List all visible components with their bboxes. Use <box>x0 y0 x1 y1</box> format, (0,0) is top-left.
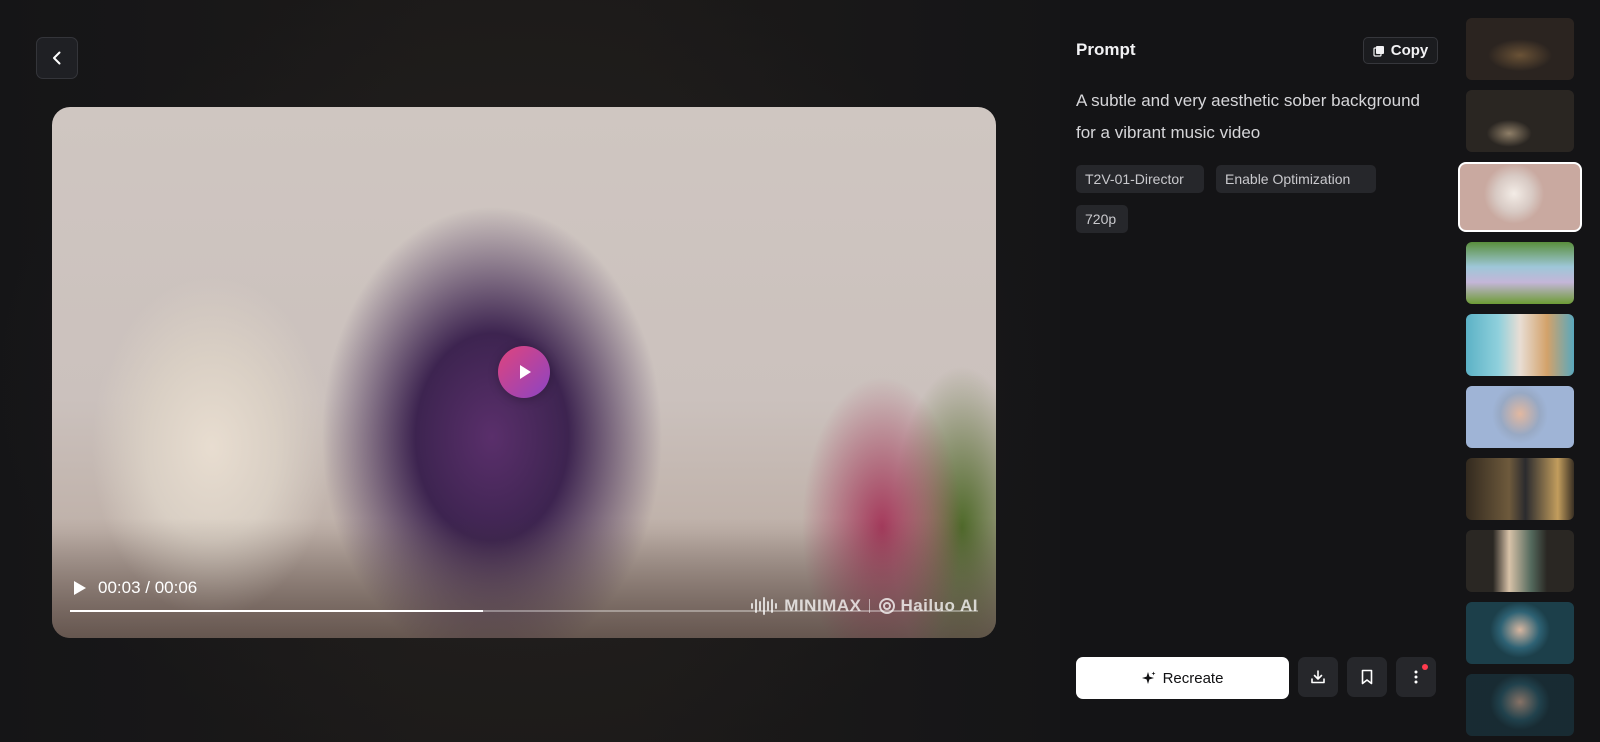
center-play-button[interactable] <box>498 346 550 398</box>
minimax-logo: MINIMAX <box>750 596 861 616</box>
watermark-minimax: MINIMAX <box>784 596 862 615</box>
download-icon <box>1311 670 1325 684</box>
copy-label: Copy <box>1390 42 1429 59</box>
watermark-divider <box>869 599 871 613</box>
action-bar: Recreate <box>1076 657 1436 699</box>
tag-resolution: 720p <box>1076 205 1128 233</box>
video-thumbnail[interactable] <box>1466 314 1574 376</box>
notification-dot <box>1422 664 1428 670</box>
thumbnail-strip <box>1458 18 1582 736</box>
bookmark-icon <box>1361 669 1373 685</box>
video-thumbnail-selected[interactable] <box>1458 162 1582 232</box>
copy-icon <box>1373 45 1384 57</box>
watermark-hailuo: Hailuo AI <box>900 596 978 615</box>
hailuo-swirl-icon <box>879 598 896 614</box>
more-vertical-icon <box>1414 670 1418 684</box>
tag-optimization: Enable Optimization <box>1216 165 1376 193</box>
download-button[interactable] <box>1298 657 1338 697</box>
more-options-button[interactable] <box>1396 657 1436 697</box>
watermark: MINIMAX Hailuo AI <box>750 596 978 616</box>
hailuo-logo: Hailuo AI <box>878 596 978 616</box>
sparkle-icon <box>1141 671 1156 684</box>
play-icon <box>520 365 531 379</box>
video-thumbnail[interactable] <box>1466 458 1574 520</box>
tag-model: T2V-01-Director <box>1076 165 1204 193</box>
chevron-left-icon <box>53 51 61 65</box>
prompt-title: Prompt <box>1076 40 1136 59</box>
back-button[interactable] <box>36 37 78 79</box>
time-display: 00:03 / 00:06 <box>98 578 198 597</box>
video-thumbnail[interactable] <box>1466 242 1574 304</box>
prompt-text: A subtle and very aesthetic sober backgr… <box>1076 91 1420 142</box>
tag-list: T2V-01-Director Enable Optimization 720p <box>1076 165 1437 233</box>
player-controls: 00:03 / 00:06 <box>70 578 197 598</box>
video-thumbnail[interactable] <box>1466 90 1574 152</box>
video-thumbnail[interactable] <box>1466 530 1574 592</box>
video-thumbnail[interactable] <box>1466 674 1574 736</box>
recreate-button[interactable]: Recreate <box>1076 657 1289 699</box>
video-player[interactable]: 00:03 / 00:06 MINIMAX Hailuo AI <box>52 107 996 638</box>
progress-fill <box>70 610 484 612</box>
play-toggle-button[interactable] <box>70 579 88 597</box>
waveform-icon <box>751 597 778 615</box>
video-thumbnail[interactable] <box>1466 18 1574 80</box>
bookmark-button[interactable] <box>1347 657 1387 697</box>
video-thumbnail[interactable] <box>1466 386 1574 448</box>
video-thumbnail[interactable] <box>1466 602 1574 664</box>
copy-button[interactable]: Copy <box>1363 37 1438 64</box>
play-icon <box>74 581 86 595</box>
recreate-label: Recreate <box>1162 669 1224 687</box>
